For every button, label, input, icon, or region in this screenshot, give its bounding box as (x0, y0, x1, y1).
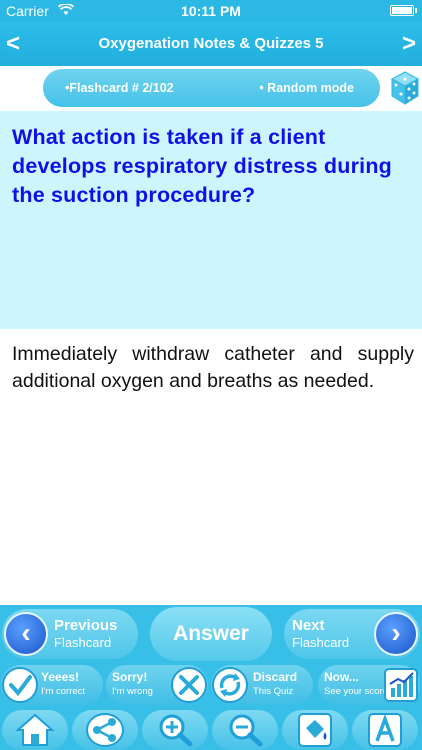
zoom-in-icon (159, 714, 193, 747)
zoom-out-button[interactable] (212, 710, 278, 750)
correct-sublabel: I'm correct (41, 686, 86, 697)
clock: 10:11 PM (181, 3, 241, 19)
wrong-label: Sorry! (112, 670, 148, 684)
share-button[interactable] (72, 710, 138, 750)
right-arrow-icon: › (374, 612, 418, 656)
bar-chart-icon (384, 668, 418, 702)
flashcard-info-row: •Flashcard # 2/102 • Random mode (0, 66, 422, 111)
flashcard-counter: •Flashcard # 2/102 (65, 81, 174, 95)
previous-sublabel: Flashcard (54, 635, 112, 650)
dice-icon[interactable] (390, 70, 420, 106)
see-score-sublabel: See your score (324, 686, 388, 697)
question-text: What action is taken if a client develop… (12, 125, 392, 207)
x-icon (171, 667, 207, 703)
next-sublabel: Flashcard (292, 635, 350, 650)
flashcard-info-pill: •Flashcard # 2/102 • Random mode (43, 69, 380, 107)
flashcard-nav-row: ‹ Previous Flashcard Answer Next Flashca… (0, 605, 422, 662)
discard-quiz-button[interactable]: Discard This Quiz (211, 665, 313, 705)
nav-header: < Oxygenation Notes & Quizzes 5 > (0, 22, 422, 66)
see-score-button[interactable]: Now... See your score (318, 665, 420, 705)
font-icon (368, 713, 402, 747)
next-label: Next (292, 617, 325, 634)
score-row: Yeees! I'm correct Sorry! I'm wrong Disc… (0, 665, 422, 707)
previous-flashcard-button[interactable]: ‹ Previous Flashcard (2, 609, 138, 659)
home-icon (15, 713, 55, 746)
check-icon (2, 667, 38, 703)
wrong-button[interactable]: Sorry! I'm wrong (106, 665, 208, 705)
see-score-label: Now... (324, 670, 359, 684)
answer-button[interactable]: Answer (150, 607, 272, 661)
discard-label: Discard (253, 670, 298, 684)
left-arrow-icon: ‹ (4, 612, 48, 656)
toolbar (0, 709, 422, 750)
home-button[interactable] (2, 710, 68, 750)
control-panel: ‹ Previous Flashcard Answer Next Flashca… (0, 605, 422, 750)
font-button[interactable] (352, 710, 418, 750)
forward-chevron-icon[interactable]: > (402, 30, 416, 58)
recycle-icon (212, 667, 248, 703)
question-panel: What action is taken if a client develop… (0, 111, 422, 329)
back-chevron-icon[interactable]: < (6, 30, 20, 58)
discard-sublabel: This Quiz (253, 686, 294, 697)
paint-bucket-button[interactable] (282, 710, 348, 750)
zoom-out-icon (229, 714, 263, 747)
correct-label: Yeees! (41, 670, 80, 684)
share-icon (86, 713, 124, 747)
answer-panel: Immediately withdraw catheter and supply… (0, 329, 422, 605)
random-mode-label: • Random mode (259, 81, 354, 95)
correct-button[interactable]: Yeees! I'm correct (1, 665, 103, 705)
paint-bucket-icon (298, 713, 332, 747)
zoom-in-button[interactable] (142, 710, 208, 750)
answer-text: Immediately withdraw catheter and supply… (12, 343, 414, 392)
previous-label: Previous (54, 617, 118, 634)
wrong-sublabel: I'm wrong (112, 686, 153, 697)
status-bar: Carrier 10:11 PM (0, 0, 422, 22)
page-title: Oxygenation Notes & Quizzes 5 (98, 35, 324, 52)
next-flashcard-button[interactable]: Next Flashcard › (284, 609, 420, 659)
battery-icon (390, 5, 417, 16)
